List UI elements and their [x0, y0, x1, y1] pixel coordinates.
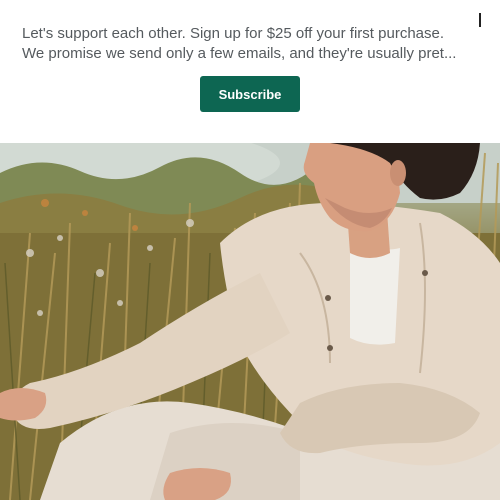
- signup-banner: Let's support each other. Sign up for $2…: [0, 0, 500, 143]
- banner-message: Let's support each other. Sign up for $2…: [22, 24, 472, 64]
- close-icon[interactable]: [474, 11, 486, 29]
- close-icon-glyph: [479, 13, 481, 27]
- banner-message-line-1: Let's support each other. Sign up for $2…: [22, 25, 445, 42]
- subscribe-button[interactable]: Subscribe: [200, 76, 300, 112]
- hero-photo: [0, 143, 500, 500]
- banner-message-line-2: We promise we send only a few emails, an…: [22, 45, 457, 62]
- hero-illustration: [0, 143, 500, 500]
